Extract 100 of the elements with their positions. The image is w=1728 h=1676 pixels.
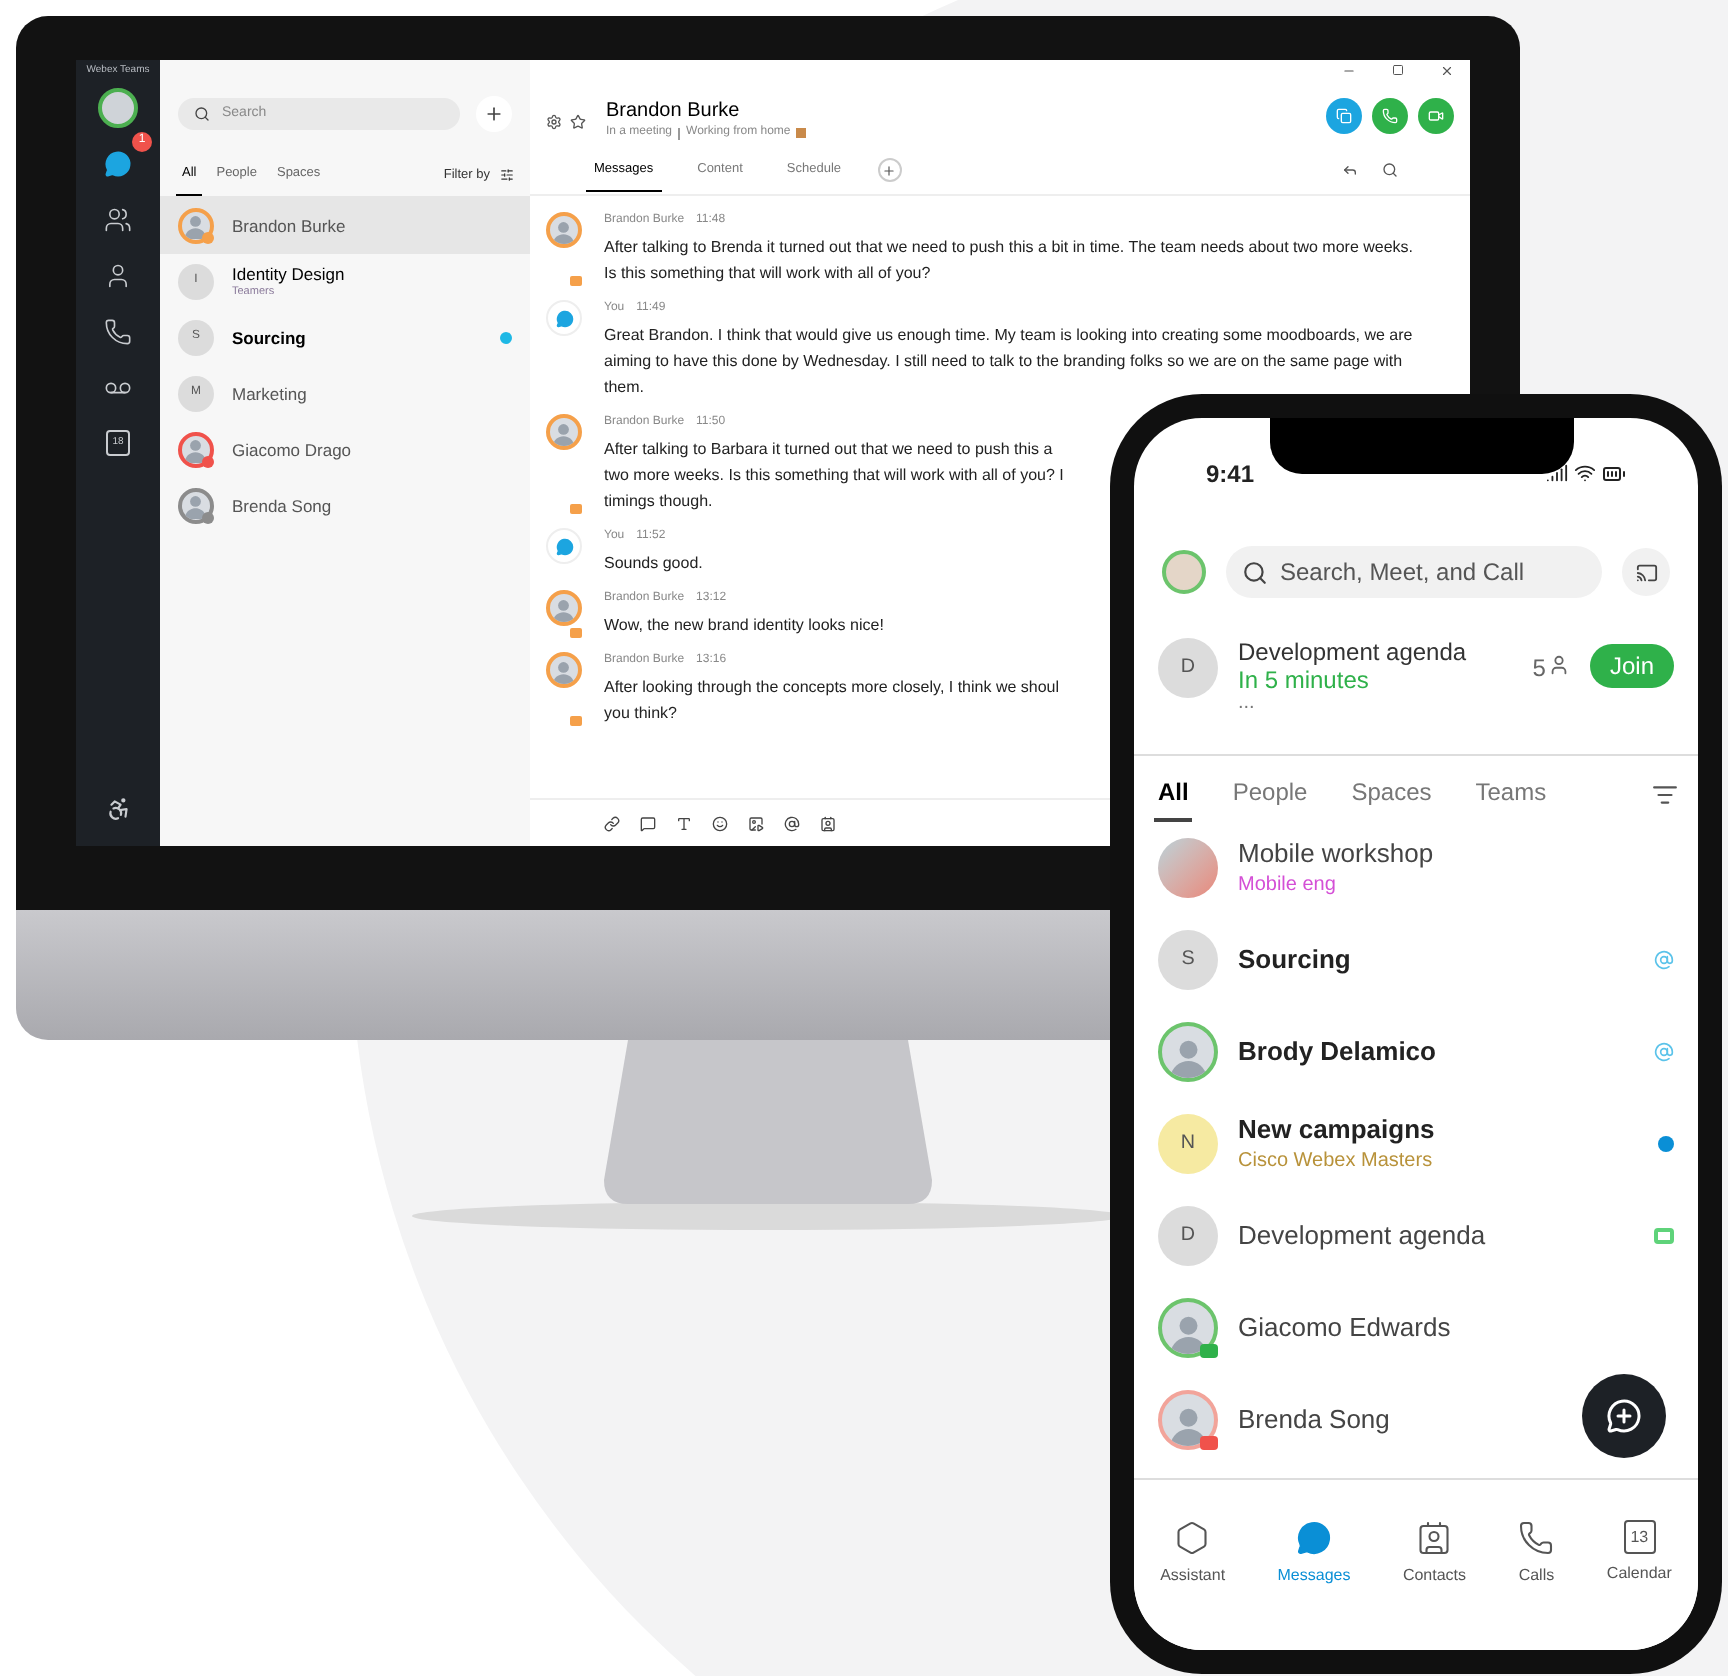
meeting-status-icon — [570, 716, 582, 726]
space-list-item[interactable]: Giacomo Edwards — [1134, 1282, 1698, 1374]
meeting-avatar: D — [1158, 638, 1218, 698]
space-list-item[interactable]: Brenda Song — [160, 477, 530, 534]
space-list-item[interactable]: N New campaigns Cisco Webex Masters — [1134, 1098, 1698, 1190]
space-name: Brody Delamico — [1238, 1036, 1436, 1068]
attachment-icon[interactable] — [604, 815, 620, 831]
message-text: Sounds good. — [604, 552, 703, 576]
list-tab[interactable]: Spaces — [1347, 774, 1436, 822]
gif-icon[interactable] — [748, 815, 764, 831]
copy-icon — [1336, 107, 1352, 123]
nav-tab[interactable]: Assistant — [1160, 1520, 1226, 1650]
space-avatar: S — [1158, 930, 1218, 990]
message-text: Great Brandon. I think that would give us enough time. My team is looking into creating some moodboards, we are aiming to have this done by Wednesday. I still need to talk to the branding folks so we are on the same page with them. — [604, 324, 1415, 400]
space-name: Sourcing — [232, 327, 308, 348]
chat-bubble-icon — [555, 309, 573, 327]
space-list-item[interactable]: Brenda Song — [1134, 1374, 1698, 1466]
search-placeholder: Search, Meet, and Call — [1280, 556, 1525, 590]
message-text-line: you think? — [604, 702, 679, 726]
search-field[interactable]: Search, Meet, and Call — [1226, 546, 1602, 598]
search-icon[interactable] — [1382, 162, 1398, 178]
space-image-avatar — [1158, 838, 1218, 898]
plus-icon — [484, 104, 504, 124]
meeting-status-icon — [570, 628, 582, 638]
space-list-item[interactable]: S Sourcing — [1134, 914, 1698, 1006]
space-list-item[interactable]: Giacomo Drago — [160, 421, 530, 478]
space-name: Development agenda — [1238, 1220, 1486, 1252]
plus-icon — [882, 163, 897, 177]
wifi-icon — [1574, 462, 1596, 484]
profile-avatar — [1162, 550, 1206, 594]
message-text: Wow, the new brand identity looks nice! — [604, 614, 884, 638]
contact-card-icon[interactable] — [820, 815, 836, 831]
space-name: Giacomo Drago — [232, 439, 354, 460]
message-text: After talking to Brenda it turned out that we need to push this a bit in time. The team needs about two more weeks. Is this something that will work with all of you? — [604, 236, 1416, 286]
reply-icon[interactable] — [1342, 162, 1358, 178]
space-name: Mobile workshop — [1238, 837, 1434, 869]
message-text-line: After looking through the concepts more closely, I think we shoul — [604, 676, 1060, 700]
chat-bubble-icon — [104, 149, 132, 177]
new-chat-icon — [1606, 1398, 1642, 1434]
status-time: 9:41 — [1206, 458, 1255, 492]
space-list-item[interactable]: Mobile workshop Mobile eng — [1134, 822, 1698, 914]
space-name: Brandon Burke — [232, 215, 348, 236]
nav-tab[interactable]: 13 Calendar — [1606, 1520, 1672, 1650]
space-list-item[interactable]: Brody Delamico — [1134, 1006, 1698, 1098]
new-message-button[interactable] — [1582, 1374, 1666, 1458]
chat-title: Brandon Burke — [606, 100, 742, 124]
filter-icon[interactable] — [1652, 781, 1678, 807]
cast-button[interactable] — [1622, 548, 1670, 596]
space-name: Marketing — [232, 383, 309, 404]
status-badge — [1200, 1436, 1218, 1450]
hexagon-icon — [1174, 1520, 1211, 1556]
space-name: Brenda Song — [1238, 1404, 1390, 1436]
space-list-item[interactable]: D Development agenda — [1134, 1190, 1698, 1282]
video-button[interactable] — [1418, 97, 1454, 133]
more-dots: ... — [1238, 694, 1257, 714]
list-tab[interactable]: All — [1154, 774, 1193, 822]
signal-icon — [1546, 462, 1568, 484]
search-icon — [194, 106, 210, 122]
participant-count: 5 — [1532, 652, 1546, 686]
message-text-line: timings though. — [604, 490, 715, 514]
emoji-icon[interactable] — [712, 815, 728, 831]
message-text-line: two more weeks. Is this something that will work with all of you? I — [604, 464, 1064, 488]
chat-bubble-icon — [555, 537, 573, 555]
video-icon — [1428, 107, 1444, 123]
space-list-item[interactable]: Brandon Burke — [160, 197, 530, 254]
phone-icon — [104, 317, 132, 345]
call-button[interactable] — [1372, 97, 1408, 133]
list-tab[interactable]: People — [1228, 774, 1312, 822]
space-name: Giacomo Edwards — [1238, 1312, 1451, 1344]
maximize-icon — [1392, 64, 1404, 76]
filter-icon — [500, 167, 514, 182]
contact-card-icon — [1416, 1520, 1453, 1556]
meeting-status-icon — [570, 504, 582, 514]
cast-icon — [1635, 561, 1657, 583]
chat-bubble-icon — [1296, 1520, 1332, 1556]
profile-avatar — [98, 87, 138, 127]
space-subtitle: Mobile eng — [1238, 871, 1338, 899]
space-subtitle: Cisco Webex Masters — [1238, 1147, 1435, 1175]
space-name: Sourcing — [1238, 944, 1351, 976]
people-group-icon — [104, 205, 132, 233]
space-name: Identity Design — [232, 263, 347, 284]
nav-tab[interactable]: Calls — [1518, 1520, 1555, 1650]
star-icon[interactable] — [570, 113, 586, 129]
add-tab-button[interactable] — [877, 158, 902, 182]
minimize-icon — [1342, 64, 1356, 78]
battery-icon — [1602, 462, 1626, 486]
nav-tab[interactable]: Contacts — [1402, 1520, 1467, 1650]
settings-icon[interactable] — [546, 113, 562, 129]
share-button[interactable] — [1326, 97, 1362, 133]
whiteboard-icon[interactable] — [640, 815, 656, 831]
add-button[interactable] — [476, 96, 512, 132]
space-avatar: N — [1158, 1114, 1218, 1174]
text-format-icon[interactable] — [676, 815, 692, 831]
list-tab[interactable]: Teams — [1471, 774, 1551, 822]
mention-icon[interactable] — [784, 815, 800, 831]
meeting-status-icon — [570, 276, 582, 286]
nav-tab[interactable]: Messages — [1277, 1520, 1351, 1650]
close-icon — [1440, 64, 1454, 78]
space-name: New campaigns — [1238, 1113, 1435, 1145]
calendar-date: 13 — [1630, 1529, 1649, 1545]
